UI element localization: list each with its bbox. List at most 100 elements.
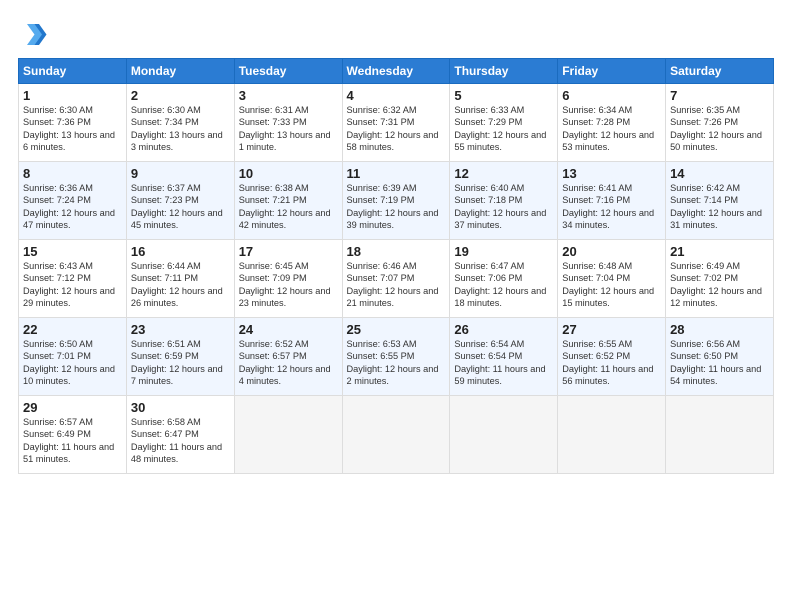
calendar-cell: 23 Sunrise: 6:51 AM Sunset: 6:59 PM Dayl… <box>126 318 234 396</box>
calendar-cell: 6 Sunrise: 6:34 AM Sunset: 7:28 PM Dayli… <box>558 84 666 162</box>
calendar-cell: 29 Sunrise: 6:57 AM Sunset: 6:49 PM Dayl… <box>19 396 127 474</box>
week-row-1: 8 Sunrise: 6:36 AM Sunset: 7:24 PM Dayli… <box>19 162 774 240</box>
sunrise-label: Sunrise: 6:31 AM <box>239 105 309 115</box>
day-number: 8 <box>23 166 122 181</box>
day-header-tuesday: Tuesday <box>234 59 342 84</box>
sunset-label: Sunset: 6:59 PM <box>131 351 199 361</box>
calendar-cell: 18 Sunrise: 6:46 AM Sunset: 7:07 PM Dayl… <box>342 240 450 318</box>
sunrise-label: Sunrise: 6:35 AM <box>670 105 740 115</box>
day-info: Sunrise: 6:30 AM Sunset: 7:34 PM Dayligh… <box>131 104 230 154</box>
calendar-cell: 30 Sunrise: 6:58 AM Sunset: 6:47 PM Dayl… <box>126 396 234 474</box>
day-header-sunday: Sunday <box>19 59 127 84</box>
day-number: 30 <box>131 400 230 415</box>
sunset-label: Sunset: 7:23 PM <box>131 195 199 205</box>
calendar-cell: 12 Sunrise: 6:40 AM Sunset: 7:18 PM Dayl… <box>450 162 558 240</box>
daylight-label: Daylight: 12 hours and 15 minutes. <box>562 286 654 308</box>
sunrise-label: Sunrise: 6:57 AM <box>23 417 93 427</box>
day-info: Sunrise: 6:43 AM Sunset: 7:12 PM Dayligh… <box>23 260 122 310</box>
sunset-label: Sunset: 7:26 PM <box>670 117 738 127</box>
week-row-0: 1 Sunrise: 6:30 AM Sunset: 7:36 PM Dayli… <box>19 84 774 162</box>
calendar-header: SundayMondayTuesdayWednesdayThursdayFrid… <box>19 59 774 84</box>
sunrise-label: Sunrise: 6:50 AM <box>23 339 93 349</box>
calendar-cell: 22 Sunrise: 6:50 AM Sunset: 7:01 PM Dayl… <box>19 318 127 396</box>
daylight-label: Daylight: 12 hours and 21 minutes. <box>347 286 439 308</box>
sunrise-label: Sunrise: 6:45 AM <box>239 261 309 271</box>
sunset-label: Sunset: 6:49 PM <box>23 429 91 439</box>
sunset-label: Sunset: 7:29 PM <box>454 117 522 127</box>
daylight-label: Daylight: 12 hours and 58 minutes. <box>347 130 439 152</box>
calendar-cell: 15 Sunrise: 6:43 AM Sunset: 7:12 PM Dayl… <box>19 240 127 318</box>
sunset-label: Sunset: 6:50 PM <box>670 351 738 361</box>
calendar-cell <box>342 396 450 474</box>
daylight-label: Daylight: 12 hours and 37 minutes. <box>454 208 546 230</box>
calendar-cell <box>234 396 342 474</box>
day-info: Sunrise: 6:48 AM Sunset: 7:04 PM Dayligh… <box>562 260 661 310</box>
calendar-cell: 9 Sunrise: 6:37 AM Sunset: 7:23 PM Dayli… <box>126 162 234 240</box>
daylight-label: Daylight: 12 hours and 34 minutes. <box>562 208 654 230</box>
sunset-label: Sunset: 7:04 PM <box>562 273 630 283</box>
calendar-cell: 24 Sunrise: 6:52 AM Sunset: 6:57 PM Dayl… <box>234 318 342 396</box>
sunset-label: Sunset: 6:47 PM <box>131 429 199 439</box>
sunset-label: Sunset: 7:01 PM <box>23 351 91 361</box>
day-number: 5 <box>454 88 553 103</box>
sunrise-label: Sunrise: 6:43 AM <box>23 261 93 271</box>
sunrise-label: Sunrise: 6:37 AM <box>131 183 201 193</box>
day-number: 3 <box>239 88 338 103</box>
sunrise-label: Sunrise: 6:54 AM <box>454 339 524 349</box>
week-row-4: 29 Sunrise: 6:57 AM Sunset: 6:49 PM Dayl… <box>19 396 774 474</box>
day-number: 4 <box>347 88 446 103</box>
calendar-cell: 14 Sunrise: 6:42 AM Sunset: 7:14 PM Dayl… <box>666 162 774 240</box>
calendar-cell: 7 Sunrise: 6:35 AM Sunset: 7:26 PM Dayli… <box>666 84 774 162</box>
calendar-cell: 4 Sunrise: 6:32 AM Sunset: 7:31 PM Dayli… <box>342 84 450 162</box>
calendar-cell: 2 Sunrise: 6:30 AM Sunset: 7:34 PM Dayli… <box>126 84 234 162</box>
daylight-label: Daylight: 12 hours and 42 minutes. <box>239 208 331 230</box>
daylight-label: Daylight: 13 hours and 1 minute. <box>239 130 331 152</box>
day-info: Sunrise: 6:37 AM Sunset: 7:23 PM Dayligh… <box>131 182 230 232</box>
daylight-label: Daylight: 12 hours and 10 minutes. <box>23 364 115 386</box>
sunset-label: Sunset: 7:28 PM <box>562 117 630 127</box>
day-number: 7 <box>670 88 769 103</box>
sunset-label: Sunset: 7:18 PM <box>454 195 522 205</box>
week-row-2: 15 Sunrise: 6:43 AM Sunset: 7:12 PM Dayl… <box>19 240 774 318</box>
day-number: 16 <box>131 244 230 259</box>
day-number: 13 <box>562 166 661 181</box>
day-number: 14 <box>670 166 769 181</box>
day-info: Sunrise: 6:31 AM Sunset: 7:33 PM Dayligh… <box>239 104 338 154</box>
day-info: Sunrise: 6:36 AM Sunset: 7:24 PM Dayligh… <box>23 182 122 232</box>
day-info: Sunrise: 6:49 AM Sunset: 7:02 PM Dayligh… <box>670 260 769 310</box>
sunrise-label: Sunrise: 6:40 AM <box>454 183 524 193</box>
page: SundayMondayTuesdayWednesdayThursdayFrid… <box>0 0 792 612</box>
day-info: Sunrise: 6:47 AM Sunset: 7:06 PM Dayligh… <box>454 260 553 310</box>
day-info: Sunrise: 6:52 AM Sunset: 6:57 PM Dayligh… <box>239 338 338 388</box>
calendar-cell <box>558 396 666 474</box>
calendar-cell: 19 Sunrise: 6:47 AM Sunset: 7:06 PM Dayl… <box>450 240 558 318</box>
day-number: 17 <box>239 244 338 259</box>
sunrise-label: Sunrise: 6:32 AM <box>347 105 417 115</box>
daylight-label: Daylight: 11 hours and 59 minutes. <box>454 364 545 386</box>
sunset-label: Sunset: 7:34 PM <box>131 117 199 127</box>
calendar-cell <box>666 396 774 474</box>
sunrise-label: Sunrise: 6:33 AM <box>454 105 524 115</box>
daylight-label: Daylight: 12 hours and 7 minutes. <box>131 364 223 386</box>
calendar-cell: 25 Sunrise: 6:53 AM Sunset: 6:55 PM Dayl… <box>342 318 450 396</box>
sunrise-label: Sunrise: 6:34 AM <box>562 105 632 115</box>
sunrise-label: Sunrise: 6:52 AM <box>239 339 309 349</box>
day-info: Sunrise: 6:34 AM Sunset: 7:28 PM Dayligh… <box>562 104 661 154</box>
day-info: Sunrise: 6:38 AM Sunset: 7:21 PM Dayligh… <box>239 182 338 232</box>
calendar-body: 1 Sunrise: 6:30 AM Sunset: 7:36 PM Dayli… <box>19 84 774 474</box>
day-number: 21 <box>670 244 769 259</box>
daylight-label: Daylight: 12 hours and 45 minutes. <box>131 208 223 230</box>
day-number: 22 <box>23 322 122 337</box>
calendar: SundayMondayTuesdayWednesdayThursdayFrid… <box>18 58 774 474</box>
day-info: Sunrise: 6:46 AM Sunset: 7:07 PM Dayligh… <box>347 260 446 310</box>
day-info: Sunrise: 6:45 AM Sunset: 7:09 PM Dayligh… <box>239 260 338 310</box>
day-number: 6 <box>562 88 661 103</box>
week-row-3: 22 Sunrise: 6:50 AM Sunset: 7:01 PM Dayl… <box>19 318 774 396</box>
sunrise-label: Sunrise: 6:49 AM <box>670 261 740 271</box>
sunset-label: Sunset: 6:57 PM <box>239 351 307 361</box>
sunset-label: Sunset: 6:55 PM <box>347 351 415 361</box>
calendar-cell: 16 Sunrise: 6:44 AM Sunset: 7:11 PM Dayl… <box>126 240 234 318</box>
sunrise-label: Sunrise: 6:39 AM <box>347 183 417 193</box>
daylight-label: Daylight: 12 hours and 53 minutes. <box>562 130 654 152</box>
daylight-label: Daylight: 12 hours and 47 minutes. <box>23 208 115 230</box>
